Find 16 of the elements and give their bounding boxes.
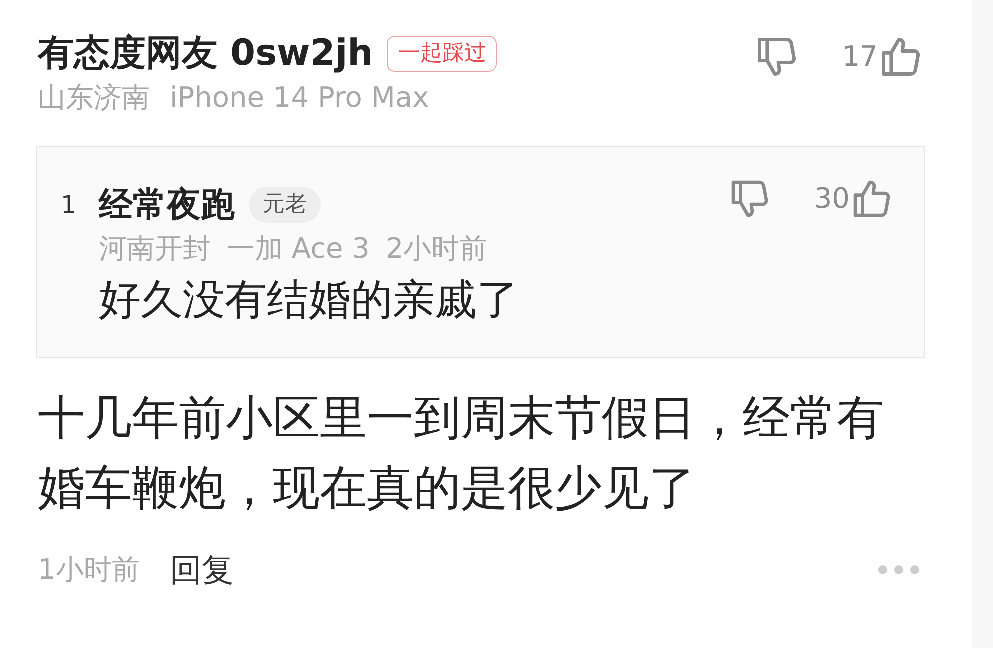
comment-text: 十几年前小区里一到周末节假日，经常有婚车鞭炮，现在真的是很少见了 <box>38 390 885 518</box>
location-text: 河南开封 <box>99 231 211 267</box>
reply-time: 2小时前 <box>386 231 488 267</box>
location-text: 山东济南 <box>38 80 150 116</box>
like-count: 17 <box>842 39 878 75</box>
comment-time: 1小时前 <box>38 552 140 588</box>
reply-username[interactable]: 经常夜跑 <box>99 185 235 225</box>
username[interactable]: 有态度网友 0sw2jh <box>38 32 374 76</box>
like-count: 30 <box>814 181 850 217</box>
user-tag: 元老 <box>249 187 321 223</box>
reply-text: 好久没有结婚的亲戚了 <box>99 274 519 326</box>
device-text: iPhone 14 Pro Max <box>170 80 430 116</box>
user-badge: 一起踩过 <box>387 36 498 72</box>
device-text: 一加 Ace 3 <box>227 231 370 267</box>
reply-link[interactable]: 回复 <box>170 546 234 594</box>
reply-index: 1 <box>61 190 78 221</box>
